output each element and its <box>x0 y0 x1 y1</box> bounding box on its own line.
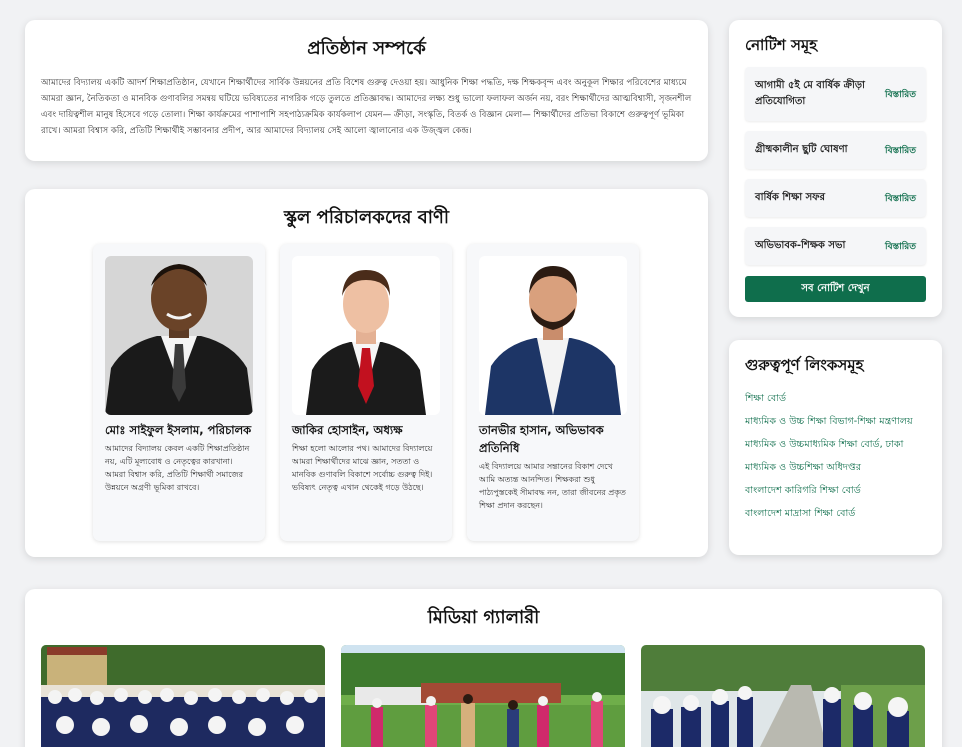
notice-details-link[interactable]: বিস্তারিত <box>885 87 916 102</box>
notice-details-link[interactable]: বিস্তারিত <box>885 191 916 206</box>
links-list: শিক্ষা বোর্ড মাধ্যমিক ও উচ্চ শিক্ষা বিভা… <box>745 391 926 522</box>
about-title: প্রতিষ্ঠান সম্পর্কে <box>307 38 426 59</box>
about-text: আমাদের বিদ্যালয় একটি আদর্শ শিক্ষাপ্রতিষ… <box>41 78 692 136</box>
notice-item[interactable]: বার্ষিক শিক্ষা সফর বিস্তারিত <box>745 179 926 217</box>
notice-item[interactable]: অভিভাবক-শিক্ষক সভা বিস্তারিত <box>745 227 926 265</box>
link-education-board[interactable]: শিক্ষা বোর্ড <box>745 391 926 407</box>
guardian-rep-card: তানভীর হাসান, অভিভাবক প্রতিনিধি এই বিদ্য… <box>467 244 639 541</box>
director-card: মোঃ সাইফুল ইসলাম, পরিচালক আমাদের বিদ্যাল… <box>93 244 265 541</box>
guardian-rep-message: এই বিদ্যালয়ে আমার সন্তানের বিকাশ দেখে আ… <box>479 462 626 510</box>
principal-photo <box>292 256 440 415</box>
directors-message-section: স্কুল পরিচালকদের বাণী মোঃ সাইফুল ইসলাম, … <box>25 189 708 557</box>
notice-board: নোটিশ সমূহ আগামী ৫ই মে বার্ষিক ক্রীড়া প… <box>729 20 942 317</box>
gallery-image[interactable] <box>41 645 325 747</box>
guardian-rep-name: তানভীর হাসান, অভিভাবক প্রতিনিধি <box>479 423 604 455</box>
notice-item[interactable]: গ্রীষ্মকালীন ছুটি ঘোষণা বিস্তারিত <box>745 131 926 169</box>
link-technical-board[interactable]: বাংলাদেশ কারিগরি শিক্ষা বোর্ড <box>745 483 926 499</box>
important-links-title: গুরুত্বপূর্ণ লিংকসমূহ <box>745 356 864 374</box>
director-message: আমাদের বিদ্যালয় কেবল একটি শিক্ষাপ্রতিষ্… <box>105 444 250 492</box>
about-section: প্রতিষ্ঠান সম্পর্কে আমাদের বিদ্যালয় একট… <box>25 20 708 161</box>
all-notices-button[interactable]: সব নোটিশ দেখুন <box>745 276 926 302</box>
guardian-rep-photo <box>479 256 627 415</box>
link-madrasah-board[interactable]: বাংলাদেশ মাদ্রাসা শিক্ষা বোর্ড <box>745 506 926 522</box>
link-dshe[interactable]: মাধ্যমিক ও উচ্চশিক্ষা অধিদপ্তর <box>745 460 926 476</box>
notice-title: অভিভাবক-শিক্ষক সভা <box>755 240 846 251</box>
notice-details-link[interactable]: বিস্তারিত <box>885 143 916 158</box>
notice-title: আগামী ৫ই মে বার্ষিক ক্রীড়া প্রতিযোগিতা <box>755 80 865 107</box>
notice-title: বার্ষিক শিক্ষা সফর <box>755 192 825 203</box>
notice-item[interactable]: আগামী ৫ই মে বার্ষিক ক্রীড়া প্রতিযোগিতা … <box>745 67 926 121</box>
link-shed-ministry[interactable]: মাধ্যমিক ও উচ্চ শিক্ষা বিভাগ-শিক্ষা মন্ত… <box>745 414 926 430</box>
notice-title: গ্রীষ্মকালীন ছুটি ঘোষণা <box>755 144 848 155</box>
notice-details-link[interactable]: বিস্তারিত <box>885 239 916 254</box>
gallery-image[interactable] <box>341 645 625 747</box>
gallery-image[interactable] <box>641 645 925 747</box>
principal-name: জাকির হোসাইন, অধ্যক্ষ <box>292 423 403 437</box>
directors-section-title: স্কুল পরিচালকদের বাণী <box>284 207 449 228</box>
link-dhaka-board[interactable]: মাধ্যমিক ও উচ্চমাধ্যমিক শিক্ষা বোর্ড, ঢা… <box>745 437 926 453</box>
media-gallery: মিডিয়া গ্যালারী <box>25 589 942 747</box>
principal-message: শিক্ষা হলো আলোর পথ। আমাদের বিদ্যালয়ে আম… <box>292 444 433 492</box>
notice-board-title: নোটিশ সমূহ <box>745 36 818 54</box>
media-gallery-title: মিডিয়া গ্যালারী <box>427 607 540 628</box>
director-photo <box>105 256 253 415</box>
director-name: মোঃ সাইফুল ইসলাম, পরিচালক <box>105 423 252 437</box>
important-links: গুরুত্বপূর্ণ লিংকসমূহ শিক্ষা বোর্ড মাধ্য… <box>729 340 942 555</box>
principal-card: জাকির হোসাইন, অধ্যক্ষ শিক্ষা হলো আলোর পথ… <box>280 244 452 541</box>
